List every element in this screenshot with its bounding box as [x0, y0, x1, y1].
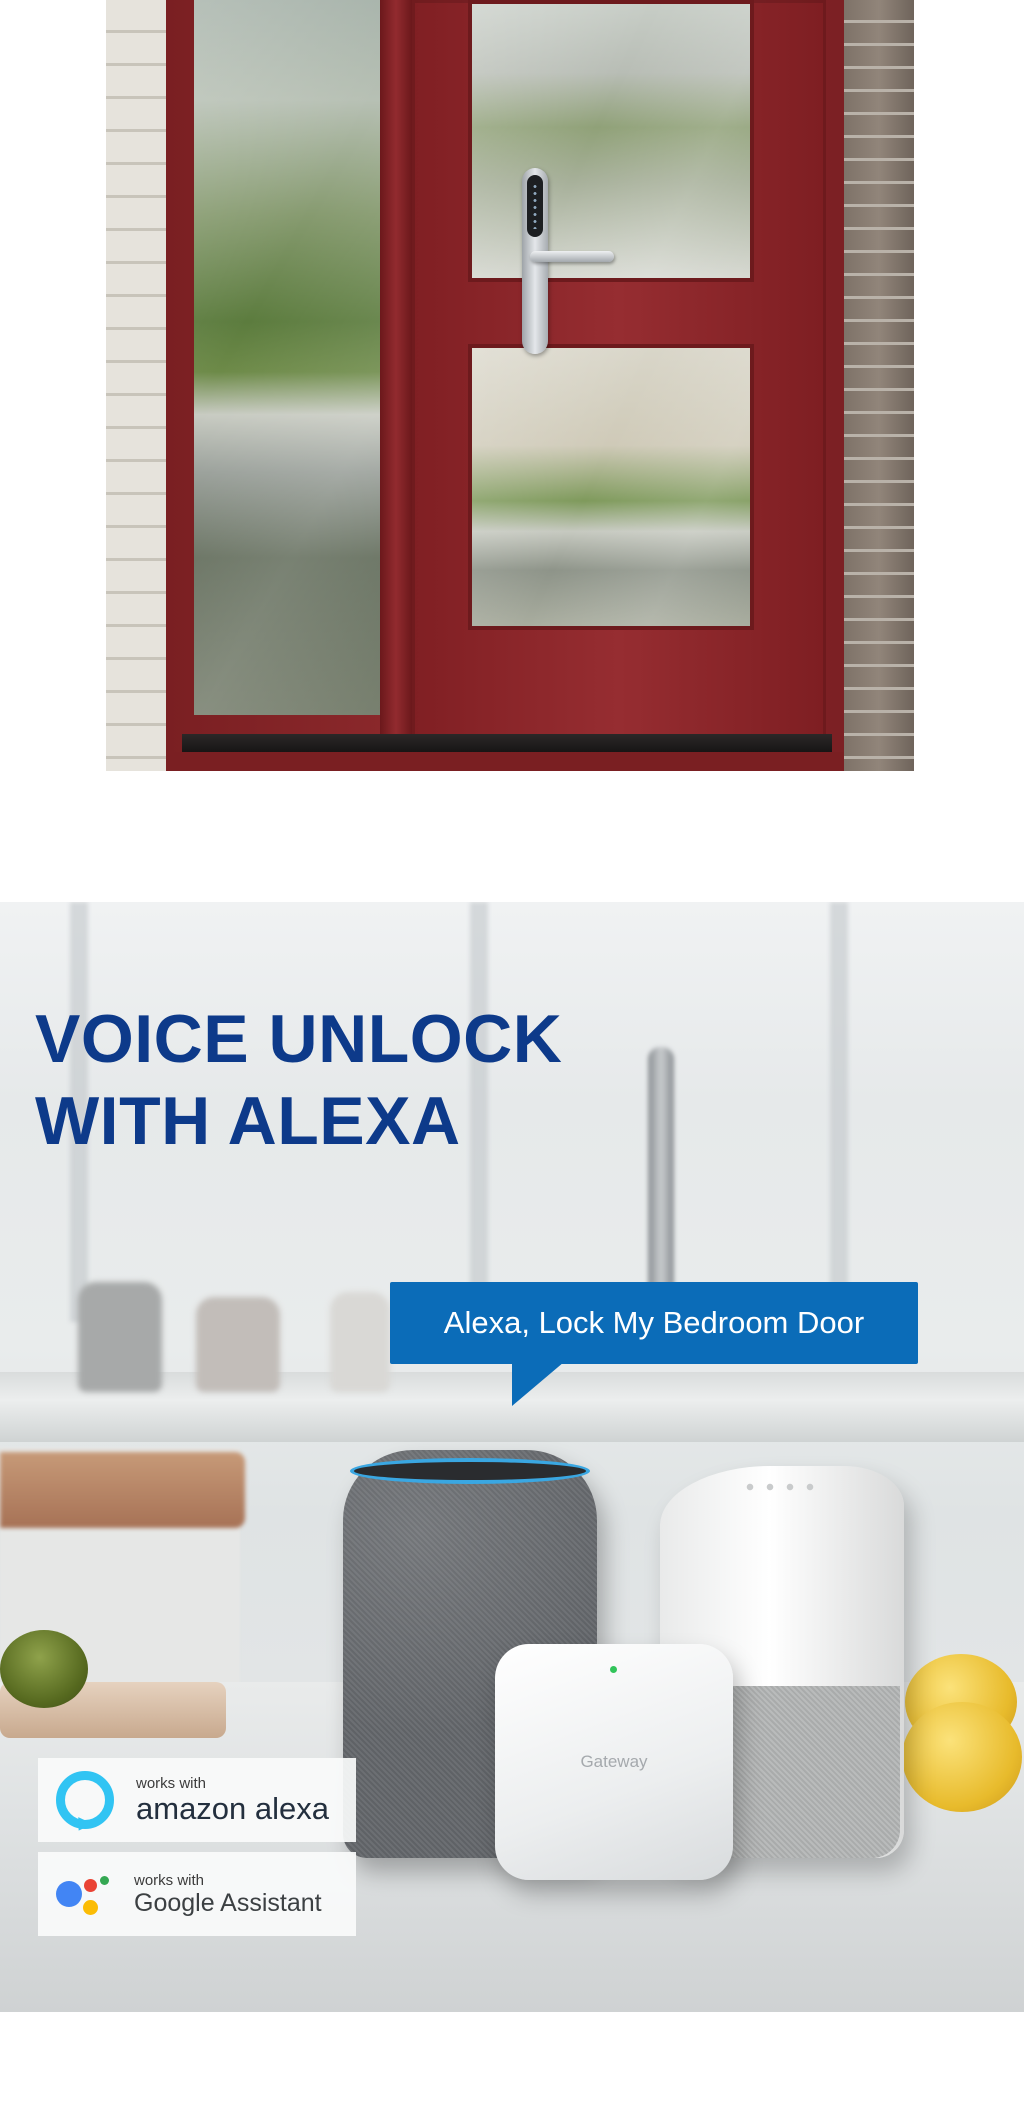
speech-bubble-text: Alexa, Lock My Bedroom Door	[443, 1305, 865, 1340]
speech-bubble: Alexa, Lock My Bedroom Door	[390, 1282, 918, 1364]
voice-unlock-section: VOICE UNLOCK WITH ALEXA Alexa, Lock My B…	[0, 902, 1024, 2012]
headline-line-2: WITH ALEXA	[35, 1083, 461, 1159]
works-with-google-badge: works with Google Assistant	[38, 1852, 356, 1936]
shelf	[0, 1452, 245, 1528]
door-photo	[106, 0, 914, 771]
jar	[330, 1292, 390, 1392]
speech-bubble-tail	[512, 1362, 564, 1406]
alexa-brand: amazon alexa	[136, 1790, 330, 1826]
door-handle	[530, 251, 614, 262]
jar	[78, 1282, 162, 1392]
google-assistant-dots-icon	[56, 1869, 112, 1919]
sidelite-window	[194, 0, 380, 715]
window-frame	[830, 902, 848, 1322]
works-with-label: works with	[136, 1774, 207, 1792]
door-mullion	[380, 0, 412, 750]
door-threshold	[182, 734, 832, 752]
avocado	[0, 1630, 88, 1708]
headline: VOICE UNLOCK WITH ALEXA	[35, 998, 562, 1162]
gateway-label: Gateway	[580, 1752, 648, 1771]
google-assistant-brand: Google Assistant	[134, 1888, 322, 1917]
echo-light-ring	[350, 1458, 590, 1484]
works-with-label: works with	[134, 1871, 205, 1889]
jar	[196, 1297, 280, 1392]
door-step	[166, 752, 844, 771]
google-home-dots	[740, 1482, 820, 1492]
works-with-alexa-badge: works with amazon alexa	[38, 1758, 356, 1842]
lemon	[902, 1702, 1022, 1812]
brick-wall	[844, 0, 914, 771]
siding	[106, 0, 166, 771]
gateway-device: Gateway	[495, 1644, 733, 1880]
alexa-ring-icon	[56, 1771, 114, 1829]
door-glass-bottom	[468, 344, 754, 630]
headline-line-1: VOICE UNLOCK	[35, 1001, 563, 1077]
gateway-led	[610, 1666, 617, 1673]
keypad-icon	[527, 175, 543, 237]
door-glass-top	[468, 0, 754, 282]
